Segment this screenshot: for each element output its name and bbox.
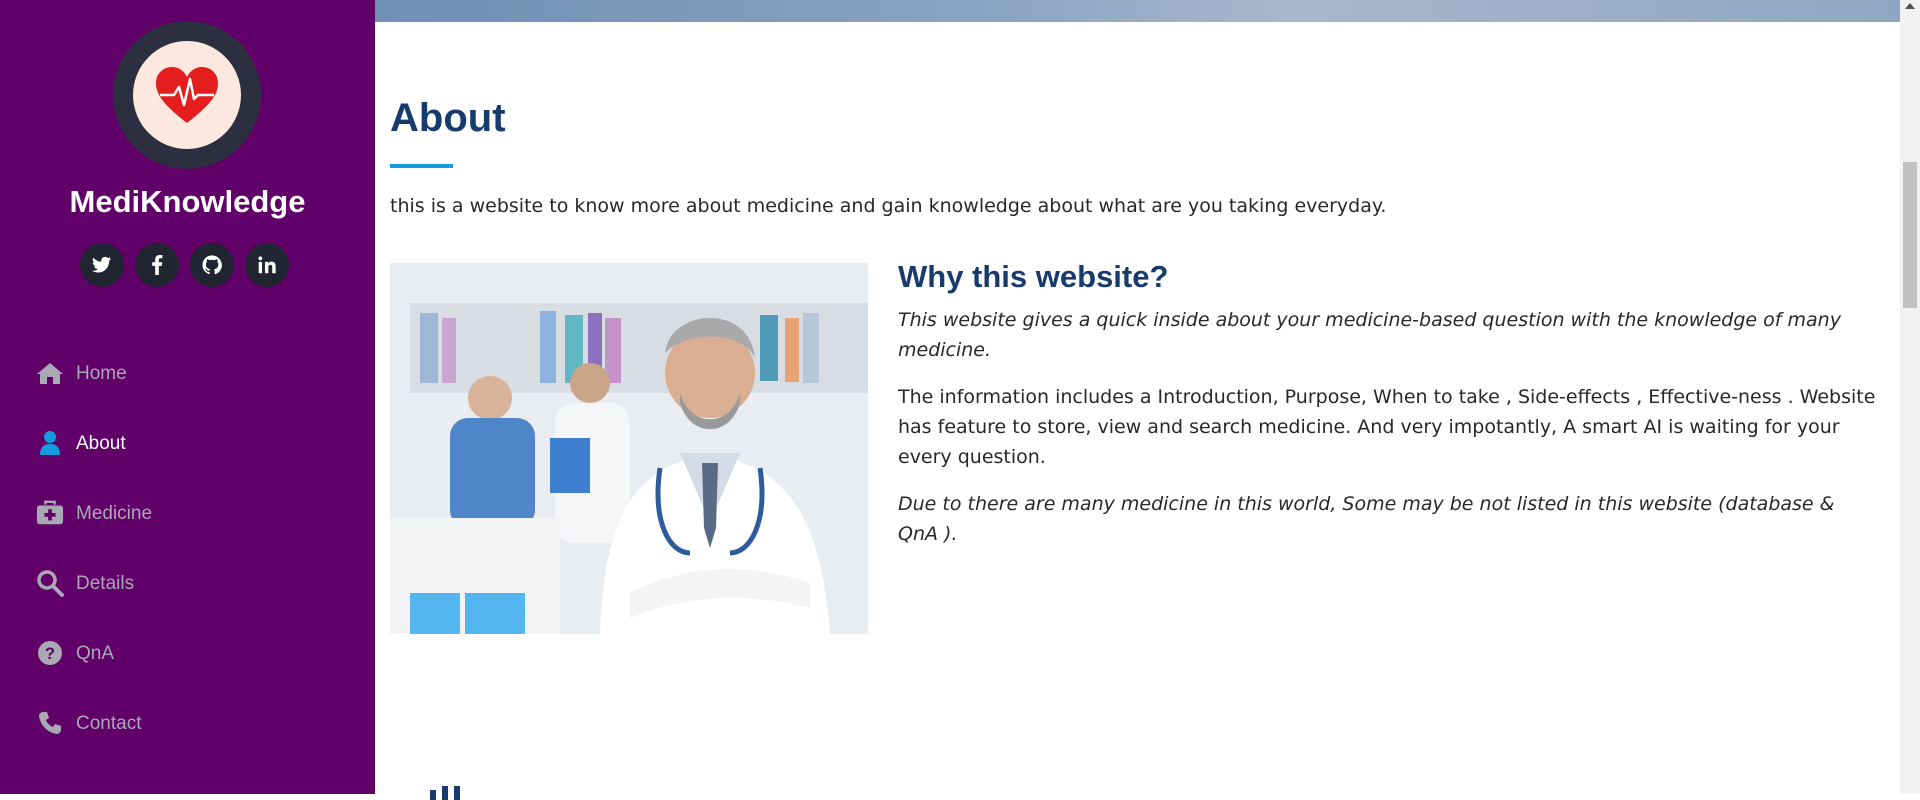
scroll-thumb[interactable] <box>1903 162 1917 308</box>
nav-item-about[interactable]: About <box>36 408 356 478</box>
home-icon <box>36 359 64 387</box>
about-paragraph-2: The information includes a Introduction,… <box>898 386 1876 468</box>
about-content: Why this website? This website gives a q… <box>898 259 1878 566</box>
about-intro: this is a website to know more about med… <box>390 195 1387 217</box>
hero-image-bottom <box>375 0 1900 22</box>
search-icon <box>36 569 64 597</box>
nav-label-contact: Contact <box>76 713 142 734</box>
medkit-icon <box>36 499 64 527</box>
svg-text:?: ? <box>45 644 55 663</box>
nav-item-contact[interactable]: Contact <box>36 688 356 758</box>
nav-label-qna: QnA <box>76 643 115 664</box>
nav-item-home[interactable]: Home <box>36 338 356 408</box>
title-underline <box>390 164 453 168</box>
page-scrollbar[interactable] <box>1900 0 1920 794</box>
nav-label-details: Details <box>76 573 135 594</box>
facebook-icon[interactable] <box>135 243 179 287</box>
user-icon <box>36 429 64 457</box>
question-icon: ? <box>36 639 64 667</box>
nav-item-details[interactable]: Details <box>36 548 356 618</box>
section-title: About <box>390 96 506 140</box>
next-section-title-cutoff <box>390 780 510 800</box>
social-links <box>80 243 289 287</box>
phone-icon <box>36 709 64 737</box>
github-icon[interactable] <box>190 243 234 287</box>
sidebar-nav: Home About Medicine Details ? QnA Contac… <box>36 338 356 758</box>
nav-item-medicine[interactable]: Medicine <box>36 478 356 548</box>
logo[interactable] <box>113 21 261 169</box>
heart-icon <box>133 41 241 149</box>
linkedin-icon[interactable] <box>245 243 289 287</box>
nav-label-medicine: Medicine <box>76 503 153 524</box>
sidebar: MediKnowledge Home About Medicine Detail… <box>0 0 375 794</box>
brand-name: MediKnowledge <box>69 184 306 219</box>
about-paragraph-1: This website gives a quick inside about … <box>898 309 1841 361</box>
about-paragraph-3: Due to there are many medicine in this w… <box>898 493 1835 545</box>
nav-label-home: Home <box>76 363 127 384</box>
about-subtitle: Why this website? <box>898 259 1169 294</box>
nav-label-about: About <box>76 433 126 454</box>
nav-item-qna[interactable]: ? QnA <box>36 618 356 688</box>
scroll-up-arrow-icon[interactable] <box>1905 3 1915 9</box>
twitter-icon[interactable] <box>80 243 124 287</box>
about-section: About this is a website to know more abo… <box>375 22 1900 800</box>
doctor-photo <box>390 263 868 634</box>
